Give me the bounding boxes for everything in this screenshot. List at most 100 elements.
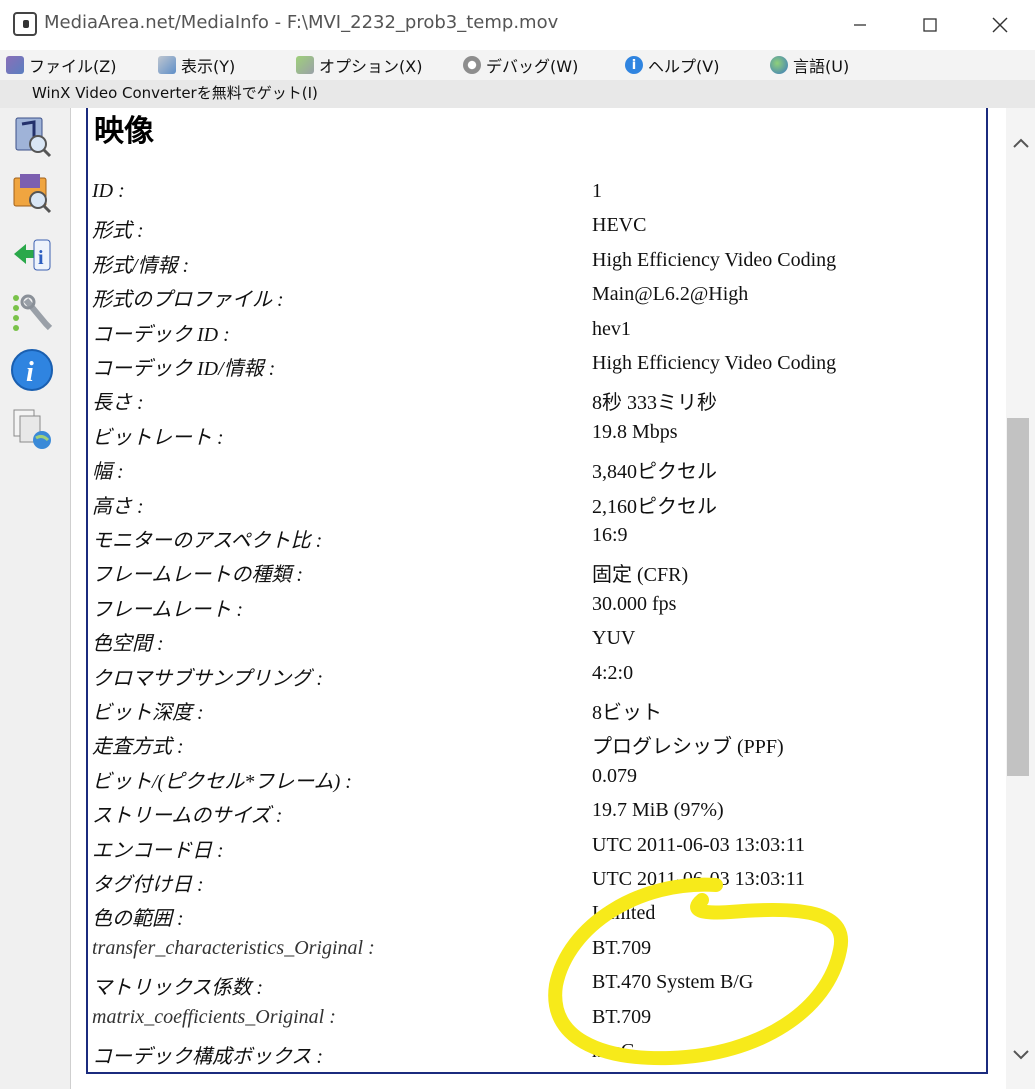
left-toolbar: i i [0, 108, 70, 1089]
field-value: HEVC [592, 214, 647, 237]
info-row: 幅 : 3,840ピクセル [90, 451, 970, 485]
info-row: モニターのアスペクト比 : 16:9 [90, 520, 970, 554]
export-icon: i [14, 239, 51, 271]
maximize-icon [923, 18, 937, 32]
open-file-button[interactable] [10, 114, 54, 158]
language-icon [770, 56, 788, 74]
field-label: フレームレートの種類 : [92, 564, 304, 587]
preferences-button[interactable] [10, 290, 54, 334]
info-row: 色空間 : YUV [90, 623, 970, 657]
menu-label: ファイル(Z) [29, 57, 117, 76]
menu-label: ヘルプ(V) [648, 57, 720, 76]
field-value: Limited [592, 902, 656, 925]
info-row: ストリームのサイズ : 19.7 MiB (97%) [90, 795, 970, 829]
info-row: 高さ : 2,160ピクセル [90, 486, 970, 520]
section-heading: 映像 [94, 114, 154, 149]
field-label: ビット/(ピクセル*フレーム) : [92, 770, 352, 793]
help-icon: i [625, 56, 643, 74]
app-icon [13, 12, 37, 36]
about-button[interactable]: i [10, 348, 54, 392]
field-value: UTC 2011-06-03 13:03:11 [592, 833, 805, 856]
field-value: BT.709 [592, 1005, 652, 1028]
field-value: 8秒 333ミリ秒 [592, 392, 717, 415]
scroll-up-button[interactable] [1006, 128, 1035, 158]
menu-debug[interactable]: デバッグ(W) [463, 52, 578, 78]
field-label: 幅 : [92, 461, 124, 484]
field-value: プログレシッブ (PPF) [592, 736, 784, 759]
promo-link[interactable]: WinX Video Converterを無料でゲット(I) [32, 82, 318, 103]
website-button[interactable] [10, 406, 54, 450]
field-value: 1 [592, 180, 602, 202]
field-label: コーデック ID/情報 : [92, 358, 276, 380]
minimize-button[interactable] [825, 0, 895, 50]
website-icon [13, 409, 51, 449]
info-row: 形式のプロファイル : Main@L6.2@High [90, 279, 970, 313]
field-value: hev1 [592, 317, 631, 340]
menu-help[interactable]: i ヘルプ(V) [625, 52, 719, 78]
field-label: ビットレート : [92, 426, 224, 449]
field-value: 2,160ピクセル [592, 495, 717, 518]
field-label: タグ付け日 : [92, 874, 204, 896]
menu-language[interactable]: 言語(U) [770, 52, 849, 78]
info-row: エンコード日 : UTC 2011-06-03 13:03:11 [90, 830, 970, 864]
info-row: 形式/情報 : High Efficiency Video Coding [90, 245, 970, 279]
field-label: ビット深度 : [92, 702, 204, 724]
field-label: エンコード日 : [92, 839, 224, 862]
info-row: ビットレート : 19.8 Mbps [90, 417, 970, 451]
field-label: モニターのアスペクト比 : [92, 530, 323, 552]
field-value: 0.079 [592, 764, 637, 787]
scrollbar-thumb[interactable] [1007, 418, 1029, 776]
field-value: UTC 2011-06-03 13:03:11 [592, 868, 805, 890]
field-label: matrix_coefficients_Original : [92, 1005, 336, 1028]
field-label: マトリックス係数 : [92, 977, 264, 1000]
field-label: クロマサブサンプリング : [92, 667, 324, 690]
maximize-button[interactable] [895, 0, 965, 50]
field-label: 色空間 : [92, 633, 164, 656]
info-row: クロマサブサンプリング : 4:2:0 [90, 658, 970, 692]
field-label: コーデック構成ボックス : [92, 1046, 324, 1068]
info-row: 形式 : HEVC [90, 210, 970, 244]
menu-bar: ファイル(Z) 表示(Y) オプション(X) デバッグ(W) i ヘルプ(V) … [0, 50, 1035, 80]
info-row: ビット深度 : 8ビット [90, 692, 970, 726]
info-row: タグ付け日 : UTC 2011-06-03 13:03:11 [90, 864, 970, 898]
scroll-down-button[interactable] [1006, 1040, 1035, 1070]
export-button[interactable]: i [10, 232, 54, 276]
menu-label: 言語(U) [793, 57, 850, 76]
options-icon [296, 56, 314, 74]
info-row: コーデック ID/情報 : High Efficiency Video Codin… [90, 348, 970, 382]
field-value: 19.8 Mbps [592, 420, 678, 443]
field-label: 走査方式 : [92, 736, 184, 759]
field-value: 4:2:0 [592, 661, 634, 684]
window-title: MediaArea.net/MediaInfo - F:\MVI_2232_pr… [44, 12, 559, 33]
field-value: YUV [592, 627, 636, 650]
field-label: ID : [92, 180, 125, 202]
field-label: 形式 : [92, 220, 144, 243]
field-value: BT.470 System B/G [592, 971, 754, 994]
menu-options[interactable]: オプション(X) [296, 52, 422, 78]
info-row: 色の範囲 : Limited [90, 898, 970, 932]
field-value: 30.000 fps [592, 592, 677, 615]
field-label: 長さ : [92, 392, 144, 415]
field-value: 8ビット [592, 702, 662, 724]
open-folder-button[interactable] [10, 170, 54, 214]
info-row: フレームレート : 30.000 fps [90, 589, 970, 623]
chevron-down-icon [1012, 1050, 1029, 1060]
field-value: High Efficiency Video Coding [592, 248, 837, 271]
close-button[interactable] [965, 0, 1035, 50]
menu-file[interactable]: ファイル(Z) [6, 52, 116, 78]
field-value: BT.709 [592, 936, 652, 959]
menu-label: 表示(Y) [181, 57, 236, 76]
info-row: コーデック構成ボックス : hvcC [90, 1036, 970, 1070]
field-label: transfer_characteristics_Original : [92, 936, 375, 959]
field-label: 形式/情報 : [92, 254, 190, 277]
info-row: ID : 1 [90, 176, 970, 210]
file-icon [6, 56, 24, 74]
info-row: マトリックス係数 : BT.470 System B/G [90, 967, 970, 1001]
menu-view[interactable]: 表示(Y) [158, 52, 235, 78]
info-row: コーデック ID : hev1 [90, 314, 970, 348]
view-icon [158, 56, 176, 74]
svg-text:i: i [26, 357, 34, 388]
field-label: ストリームのサイズ : [92, 805, 283, 828]
info-row: 長さ : 8秒 333ミリ秒 [90, 382, 970, 416]
info-row: transfer_characteristics_Original : BT.70… [90, 933, 970, 967]
